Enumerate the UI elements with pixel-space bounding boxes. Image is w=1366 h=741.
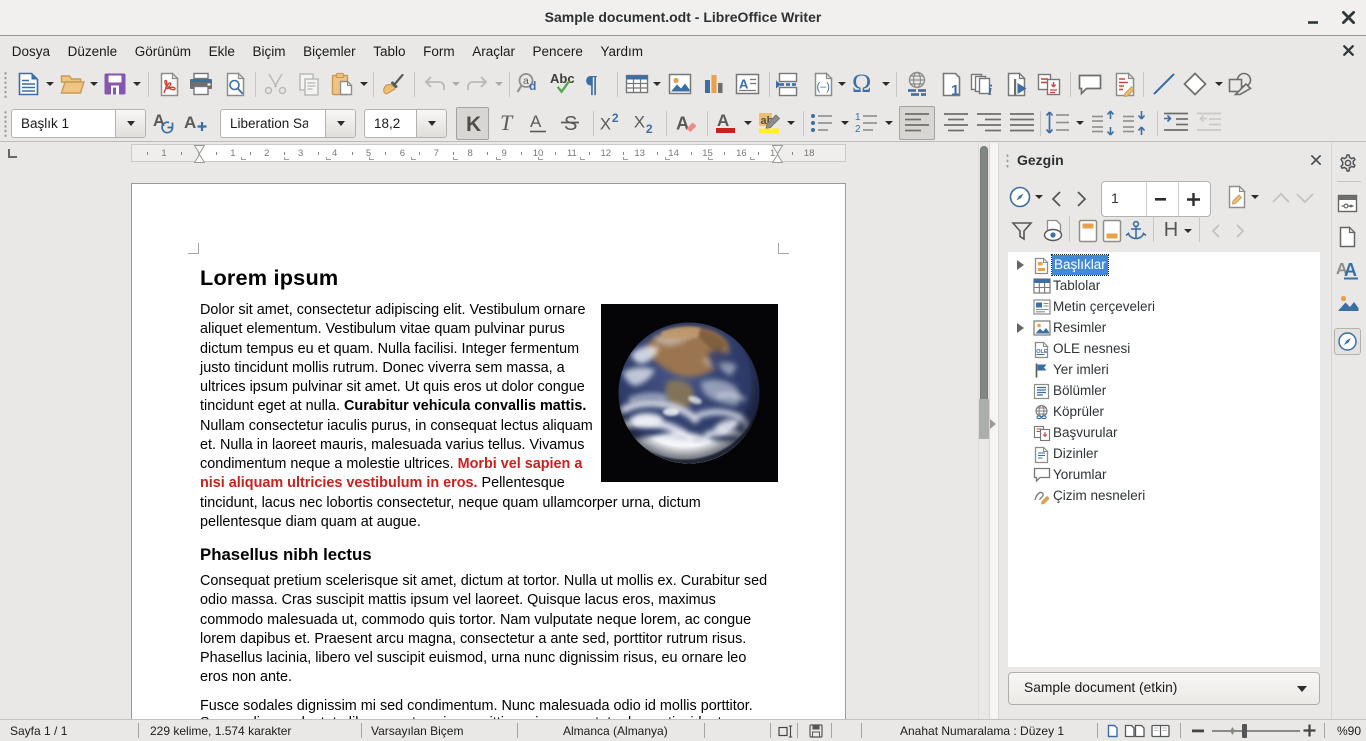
svg-text:(–): (–): [817, 81, 830, 93]
svg-text:A: A: [1344, 260, 1357, 280]
svg-text:i: i: [988, 83, 993, 97]
svg-text:Abc: Abc: [550, 71, 575, 86]
svg-text:X: X: [634, 113, 645, 132]
svg-text:2: 2: [612, 111, 619, 125]
svg-text:Ω: Ω: [852, 71, 871, 97]
svg-text:K: K: [466, 113, 481, 136]
svg-text:1: 1: [951, 82, 959, 97]
svg-text:¶: ¶: [585, 72, 598, 97]
svg-text:X: X: [600, 115, 611, 134]
svg-text:A: A: [717, 111, 729, 130]
svg-text:A: A: [530, 112, 542, 131]
svg-text:A: A: [184, 113, 196, 132]
svg-text:A: A: [153, 112, 165, 130]
svg-text:T: T: [500, 110, 514, 135]
svg-text:2: 2: [646, 122, 653, 136]
svg-text:S: S: [564, 113, 577, 135]
svg-text:A: A: [739, 77, 749, 92]
svg-text:2: 2: [855, 124, 861, 135]
svg-text:1: 1: [855, 112, 861, 123]
svg-text:d: d: [529, 79, 536, 93]
svg-text:A: A: [676, 113, 689, 134]
